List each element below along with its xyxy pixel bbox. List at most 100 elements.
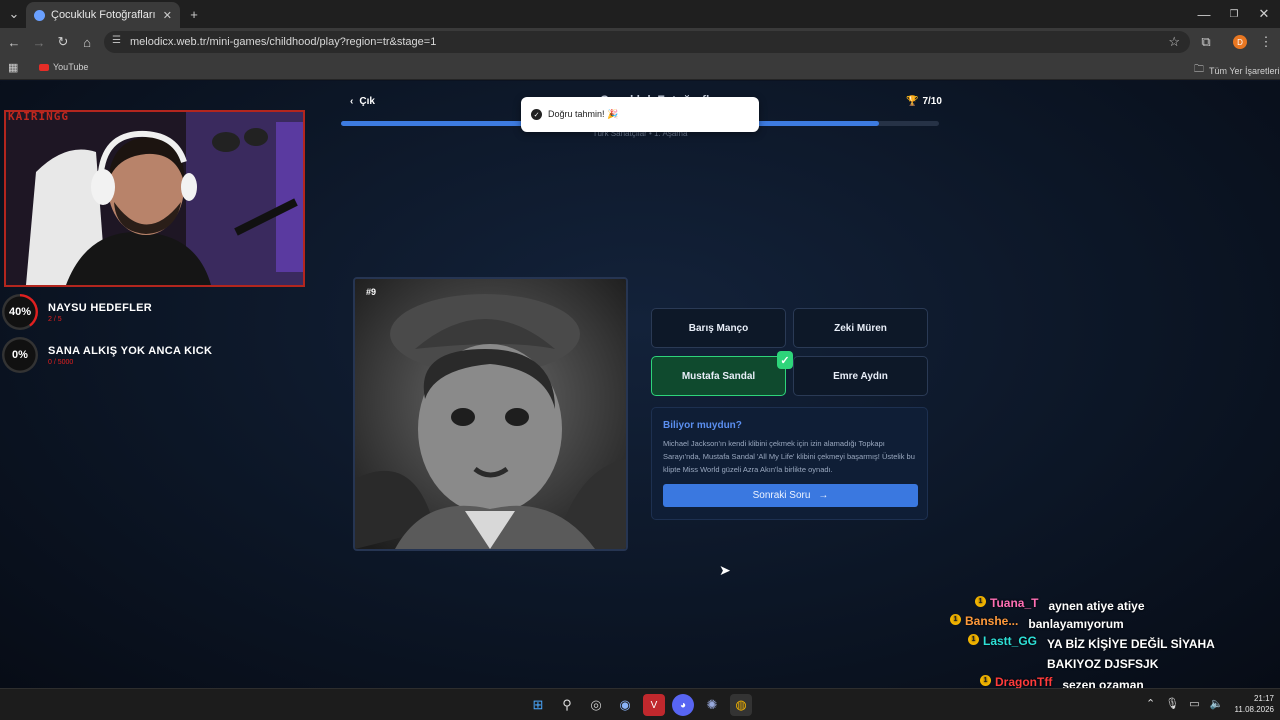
answer-option[interactable]: Zeki Müren bbox=[793, 308, 928, 348]
chat-message: 1 Tuana_T aynen atiye atiye bbox=[975, 596, 1240, 616]
chat-text: YA BİZ KİŞİYE DEĞİL SİYAHA BAKIYOZ DJSFS… bbox=[1047, 637, 1215, 671]
answer-option[interactable]: Mustafa Sandal ✓ bbox=[651, 351, 793, 396]
next-question-label: Sonraki Soru bbox=[752, 490, 811, 501]
next-question-button[interactable]: Sonraki Soru → bbox=[663, 484, 918, 507]
answer-option-label: Zeki Müren bbox=[834, 322, 887, 334]
score-value: 7/10 bbox=[922, 96, 942, 107]
child-portrait-image bbox=[355, 279, 626, 549]
chat-username: Banshe... bbox=[965, 614, 1019, 628]
goal-count: 0 / 5000 bbox=[48, 358, 74, 366]
bookmark-youtube-label: YouTube bbox=[53, 62, 89, 72]
webcam-overlay: KAIRINGG bbox=[4, 110, 305, 287]
check-circle-icon: ✓ bbox=[531, 109, 542, 120]
windows-start-icon[interactable]: ⊞ bbox=[527, 694, 549, 716]
fact-text: Michael Jackson'ın kendi klibini çekmek … bbox=[663, 439, 915, 474]
chat-message: 1 Lastt_GG YA BİZ KİŞİYE DEĞİL SİYAHA BAKI… bbox=[968, 634, 1240, 674]
success-toast: ✓ Doğru tahmin! 🎉 bbox=[521, 97, 759, 132]
arrow-right-icon: → bbox=[818, 490, 829, 501]
windows-taskbar: ⊞ ⚲ ◎ ◉ V ◕ ✺ ◍ ⌃ 🎙 ▭ 🔈 21:17 11.08.2026 bbox=[0, 688, 1280, 720]
clock-time: 21:17 bbox=[1253, 694, 1274, 703]
menu-dots-icon[interactable]: ⋮ bbox=[1256, 32, 1276, 52]
home-icon[interactable]: ⌂ bbox=[77, 32, 97, 52]
close-window-icon[interactable]: ✕ bbox=[1254, 4, 1274, 24]
search-icon[interactable]: ⚲ bbox=[556, 694, 578, 716]
browser-tab-active[interactable]: Çocukluk Fotoğrafları | Sanatçı... ✕ bbox=[26, 2, 180, 28]
minimize-icon[interactable]: — bbox=[1194, 4, 1214, 24]
chat-username: DragonTff bbox=[995, 675, 1053, 689]
fact-card: Biliyor muydun? Michael Jackson'ın kendi… bbox=[651, 407, 928, 520]
goal-title: SANA ALKIŞ YOK ANCA KICK bbox=[48, 344, 213, 357]
all-bookmarks[interactable]: 🗀 Tüm Yer İşaretleri bbox=[1194, 62, 1280, 79]
chat-message: 1 Banshe... banlayamıyorum bbox=[950, 614, 1240, 634]
tab-title: Çocukluk Fotoğrafları | Sanatçı... bbox=[51, 9, 157, 21]
site-favicon-icon bbox=[34, 9, 45, 21]
answer-options: Barış Manço Zeki Müren Mustafa Sandal ✓ Emre… bbox=[651, 308, 928, 396]
back-icon[interactable]: ← bbox=[4, 32, 24, 52]
bookmarks-bar: ▦ YouTube 🗀 Tüm Yer İşaretleri bbox=[0, 56, 1280, 80]
steam-icon[interactable]: ◉ bbox=[614, 694, 636, 716]
chrome-icon[interactable]: ◍ bbox=[730, 694, 752, 716]
correct-check-icon: ✓ bbox=[777, 351, 793, 369]
toast-text: Doğru tahmin! 🎉 bbox=[548, 109, 619, 119]
browser-tab-bar: ⌄ Çocukluk Fotoğrafları | Sanatçı... ✕ +… bbox=[0, 0, 1280, 28]
fact-title: Biliyor muydun? bbox=[663, 420, 742, 431]
chat-text: banlayamıyorum bbox=[1028, 617, 1124, 631]
close-tab-icon[interactable]: ✕ bbox=[163, 9, 172, 22]
streamer-camera-image bbox=[6, 112, 303, 285]
goal-progress-ring: 0% bbox=[2, 337, 38, 373]
chat-badge-icon: 1 bbox=[975, 596, 986, 607]
chat-text: aynen atiye atiye bbox=[1048, 599, 1145, 613]
volume-icon[interactable]: 🔈 bbox=[1210, 697, 1224, 710]
score-display: 🏆 7/10 bbox=[906, 96, 942, 107]
reload-icon[interactable]: ↻ bbox=[53, 32, 73, 52]
channel-logo: KAIRINGG bbox=[8, 110, 69, 123]
stream-goal: 0% SANA ALKIŞ YOK ANCA KICK 0 / 5000 bbox=[2, 335, 302, 375]
answer-option-label: Emre Aydın bbox=[833, 370, 888, 382]
answer-option-label: Mustafa Sandal bbox=[681, 370, 756, 382]
chat-badge-icon: 1 bbox=[980, 675, 991, 686]
childhood-photo: #9 bbox=[353, 277, 628, 551]
chat-badge-icon: 1 bbox=[968, 634, 979, 645]
youtube-icon bbox=[39, 63, 49, 71]
bookmark-youtube[interactable]: YouTube bbox=[39, 62, 88, 72]
all-bookmarks-label: Tüm Yer İşaretleri bbox=[1209, 65, 1280, 76]
clock[interactable]: 21:17 11.08.2026 bbox=[1226, 693, 1274, 715]
extensions-icon[interactable]: ⧉ bbox=[1196, 32, 1216, 52]
exit-button[interactable]: ‹ Çık bbox=[350, 96, 375, 107]
goal-percent: 0% bbox=[12, 349, 28, 361]
chat-username: Lastt_GG bbox=[983, 634, 1038, 648]
discord-icon[interactable]: ◕ bbox=[672, 694, 694, 716]
chevron-left-icon: ‹ bbox=[350, 96, 354, 107]
network-icon[interactable]: ▭ bbox=[1189, 697, 1199, 710]
tray-chevron-up-icon[interactable]: ⌃ bbox=[1146, 697, 1155, 710]
app-icon[interactable]: ◎ bbox=[585, 694, 607, 716]
trophy-icon: 🏆 bbox=[906, 96, 919, 107]
exit-label: Çık bbox=[359, 96, 375, 107]
url-field[interactable]: ☰ melodicx.web.tr/mini-games/childhood/p… bbox=[104, 31, 1190, 53]
vivaldi-icon[interactable]: V bbox=[643, 694, 665, 716]
answer-option-label: Barış Manço bbox=[688, 322, 749, 334]
bookmark-star-icon[interactable]: ☆ bbox=[1168, 34, 1180, 50]
goal-percent: 40% bbox=[8, 306, 32, 318]
tab-list-icon[interactable]: ⌄ bbox=[4, 4, 24, 24]
answer-option[interactable]: Barış Manço bbox=[651, 308, 786, 348]
goal-title: NAYSU HEDEFLER bbox=[48, 301, 153, 314]
site-info-icon[interactable]: ☰ bbox=[112, 35, 121, 46]
settings-app-icon[interactable]: ✺ bbox=[701, 694, 723, 716]
goal-progress-ring: 40% bbox=[2, 294, 38, 330]
url-text: melodicx.web.tr/mini-games/childhood/pla… bbox=[130, 36, 437, 48]
photo-number: #9 bbox=[366, 287, 377, 297]
stream-goal: 40% NAYSU HEDEFLER 2 / 5 bbox=[2, 292, 302, 332]
mouse-cursor-icon: ➤ bbox=[719, 562, 731, 578]
microphone-icon[interactable]: 🎙 bbox=[1165, 697, 1179, 710]
maximize-icon[interactable]: ❐ bbox=[1224, 4, 1244, 24]
answer-option[interactable]: Emre Aydın bbox=[793, 356, 928, 396]
new-tab-icon[interactable]: + bbox=[184, 4, 204, 24]
clock-date: 11.08.2026 bbox=[1234, 705, 1274, 714]
goal-count: 2 / 5 bbox=[48, 315, 62, 323]
forward-icon[interactable]: → bbox=[29, 32, 49, 52]
profile-avatar[interactable]: D bbox=[1233, 35, 1247, 49]
chat-username: Tuana_T bbox=[990, 596, 1039, 610]
folder-icon: 🗀 bbox=[1194, 64, 1204, 75]
apps-grid-icon[interactable]: ▦ bbox=[8, 61, 18, 74]
